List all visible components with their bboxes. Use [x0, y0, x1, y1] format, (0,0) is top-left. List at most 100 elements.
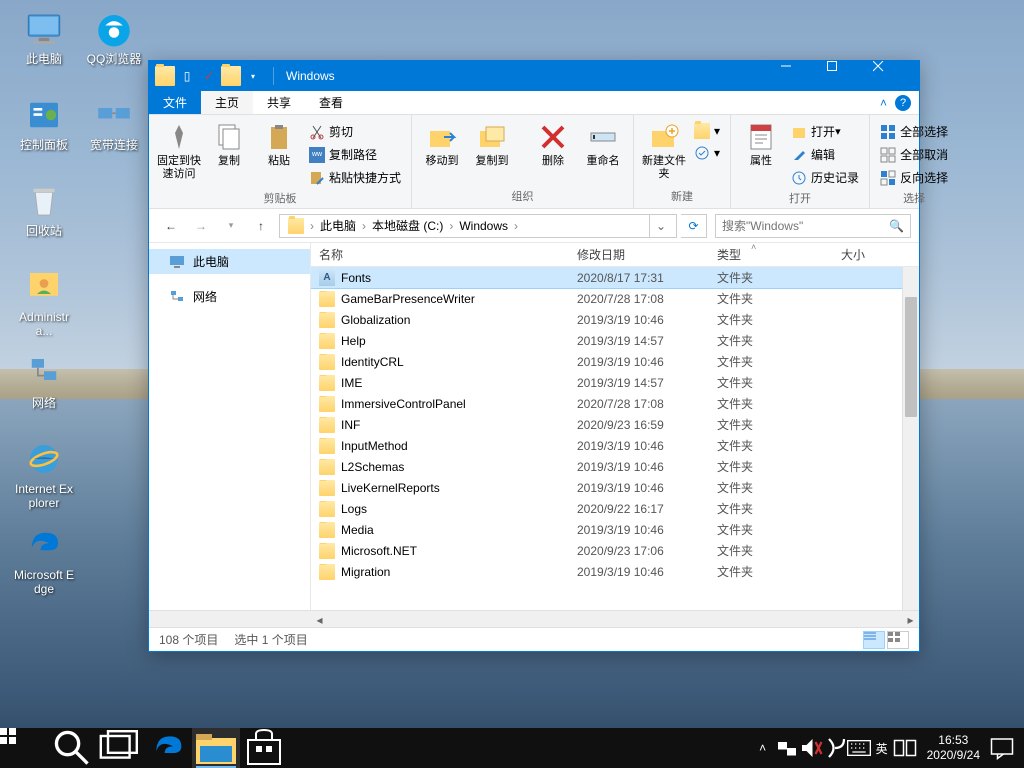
file-row[interactable]: Migration2019/3/19 10:46文件夹: [311, 561, 919, 582]
desktop-icon-admin[interactable]: Administra...: [10, 264, 78, 342]
desktop-icon-network[interactable]: 网络: [10, 350, 78, 428]
cut-button[interactable]: 剪切: [305, 121, 405, 142]
tray-clock[interactable]: 16:53 2020/9/24: [917, 733, 990, 763]
taskbar-store[interactable]: [240, 728, 288, 768]
icons-view-button[interactable]: [887, 631, 909, 649]
rename-button[interactable]: 重命名: [579, 117, 627, 172]
file-row[interactable]: GameBarPresenceWriter2020/7/28 17:08文件夹: [311, 288, 919, 309]
qa-pin-icon[interactable]: ▯: [177, 66, 197, 86]
pasteshortcut-button[interactable]: 粘贴快捷方式: [305, 167, 405, 188]
file-row[interactable]: Help2019/3/19 14:57文件夹: [311, 330, 919, 351]
taskbar-edge[interactable]: [144, 728, 192, 768]
maximize-button[interactable]: [827, 61, 873, 91]
file-row[interactable]: InputMethod2019/3/19 10:46文件夹: [311, 435, 919, 456]
help-icon[interactable]: ?: [895, 95, 911, 111]
pin-quickaccess-button[interactable]: 固定到快速访问: [155, 117, 203, 185]
column-name[interactable]: 名称˄: [311, 246, 569, 263]
file-row[interactable]: LiveKernelReports2019/3/19 10:46文件夹: [311, 477, 919, 498]
tray-ime-mode-icon[interactable]: [893, 728, 917, 768]
qa-dropdown-icon[interactable]: ▾: [243, 66, 263, 86]
newfolder-button[interactable]: 新建文件夹: [640, 117, 688, 185]
file-row[interactable]: Globalization2019/3/19 10:46文件夹: [311, 309, 919, 330]
column-type[interactable]: 类型: [709, 246, 833, 263]
close-button[interactable]: [873, 61, 919, 91]
open-button[interactable]: 打开 ▾: [787, 121, 863, 142]
minimize-button[interactable]: [781, 61, 827, 91]
forward-button[interactable]: →: [187, 213, 215, 239]
details-view-button[interactable]: [863, 631, 885, 649]
taskview-button[interactable]: [96, 728, 144, 768]
properties-button[interactable]: 属性: [737, 117, 785, 172]
file-row[interactable]: ImmersiveControlPanel2020/7/28 17:08文件夹: [311, 393, 919, 414]
recent-dropdown[interactable]: ▾: [217, 213, 245, 239]
file-row[interactable]: Media2019/3/19 10:46文件夹: [311, 519, 919, 540]
newitem-button[interactable]: ▾: [690, 121, 724, 141]
invertselect-button[interactable]: 反向选择: [876, 167, 952, 188]
search-input[interactable]: [722, 219, 889, 233]
up-button[interactable]: ↑: [247, 213, 275, 239]
desktop-icon-edge[interactable]: Microsoft Edge: [10, 522, 78, 600]
search-button[interactable]: [48, 728, 96, 768]
titlebar[interactable]: ▯ ✓ ▾ Windows: [149, 61, 919, 91]
tray-overflow[interactable]: ˄: [751, 728, 775, 768]
tray-volume-icon[interactable]: [799, 728, 823, 768]
edit-button[interactable]: 编辑: [787, 144, 863, 165]
desktop-icon-recyclebin[interactable]: 回收站: [10, 178, 78, 256]
column-size[interactable]: 大小: [833, 246, 919, 263]
tray-ime-lang[interactable]: 英: [871, 728, 893, 768]
file-row[interactable]: L2Schemas2019/3/19 10:46文件夹: [311, 456, 919, 477]
sidebar-item-thispc[interactable]: 此电脑: [149, 249, 310, 274]
paste-button[interactable]: 粘贴: [255, 117, 303, 172]
file-row[interactable]: Logs2020/9/22 16:17文件夹: [311, 498, 919, 519]
refresh-button[interactable]: ⟳: [681, 214, 707, 238]
scroll-thumb[interactable]: [905, 297, 917, 417]
tray-network-icon[interactable]: [775, 728, 799, 768]
easyaccess-button[interactable]: ▾: [690, 143, 724, 163]
sidebar-item-network[interactable]: 网络: [149, 284, 310, 309]
hscroll-right[interactable]: ▸: [902, 611, 919, 628]
column-date[interactable]: 修改日期: [569, 246, 709, 263]
search-icon[interactable]: 🔍: [889, 219, 904, 233]
moveto-button[interactable]: 移动到: [418, 117, 466, 172]
file-row[interactable]: AFonts2020/8/17 17:31文件夹: [311, 267, 919, 288]
file-row[interactable]: Microsoft.NET2020/9/23 17:06文件夹: [311, 540, 919, 561]
address-dropdown[interactable]: ⌄: [649, 215, 672, 237]
tray-ime-icon[interactable]: [823, 728, 847, 768]
desktop-icon-controlpanel[interactable]: 控制面板: [10, 92, 78, 170]
selectall-button[interactable]: 全部选择: [876, 121, 952, 142]
horizontal-scrollbar[interactable]: ◂ ▸: [149, 610, 919, 627]
start-button[interactable]: [0, 728, 48, 768]
qa-folder-icon[interactable]: [221, 66, 241, 86]
copypath-button[interactable]: ww复制路径: [305, 144, 405, 165]
vertical-scrollbar[interactable]: [902, 267, 919, 610]
breadcrumb-seg-2[interactable]: Windows: [455, 219, 512, 233]
taskbar-explorer[interactable]: [192, 728, 240, 768]
history-button[interactable]: 历史记录: [787, 167, 863, 188]
file-row[interactable]: INF2020/9/23 16:59文件夹: [311, 414, 919, 435]
back-button[interactable]: ←: [157, 213, 185, 239]
copy-button[interactable]: 复制: [205, 117, 253, 172]
desktop-icon-thispc[interactable]: 此电脑: [10, 6, 78, 84]
breadcrumb-seg-1[interactable]: 本地磁盘 (C:): [368, 217, 447, 234]
tab-file[interactable]: 文件: [149, 91, 201, 114]
file-row[interactable]: IME2019/3/19 14:57文件夹: [311, 372, 919, 393]
action-center-icon[interactable]: [990, 728, 1014, 768]
tray-keyboard-icon[interactable]: [847, 728, 871, 768]
tab-share[interactable]: 共享: [253, 91, 305, 114]
search-box[interactable]: 🔍: [715, 214, 911, 238]
address-bar[interactable]: › 此电脑 › 本地磁盘 (C:) › Windows › ⌄: [279, 214, 677, 238]
hscroll-left[interactable]: ◂: [311, 611, 328, 628]
desktop-icon-broadband[interactable]: 宽带连接: [80, 92, 148, 170]
delete-button[interactable]: 删除: [529, 117, 577, 172]
breadcrumb-root-icon[interactable]: [284, 218, 308, 234]
tab-view[interactable]: 查看: [305, 91, 357, 114]
tab-home[interactable]: 主页: [201, 91, 253, 114]
selectnone-button[interactable]: 全部取消: [876, 144, 952, 165]
copyto-button[interactable]: 复制到: [468, 117, 516, 172]
qa-check-icon[interactable]: ✓: [199, 66, 219, 86]
desktop-icon-ie[interactable]: Internet Explorer: [10, 436, 78, 514]
breadcrumb-seg-0[interactable]: 此电脑: [316, 217, 360, 234]
collapse-ribbon-icon[interactable]: ˄: [880, 96, 887, 110]
desktop-icon-qqbrowser[interactable]: QQ浏览器: [80, 6, 148, 84]
file-row[interactable]: IdentityCRL2019/3/19 10:46文件夹: [311, 351, 919, 372]
